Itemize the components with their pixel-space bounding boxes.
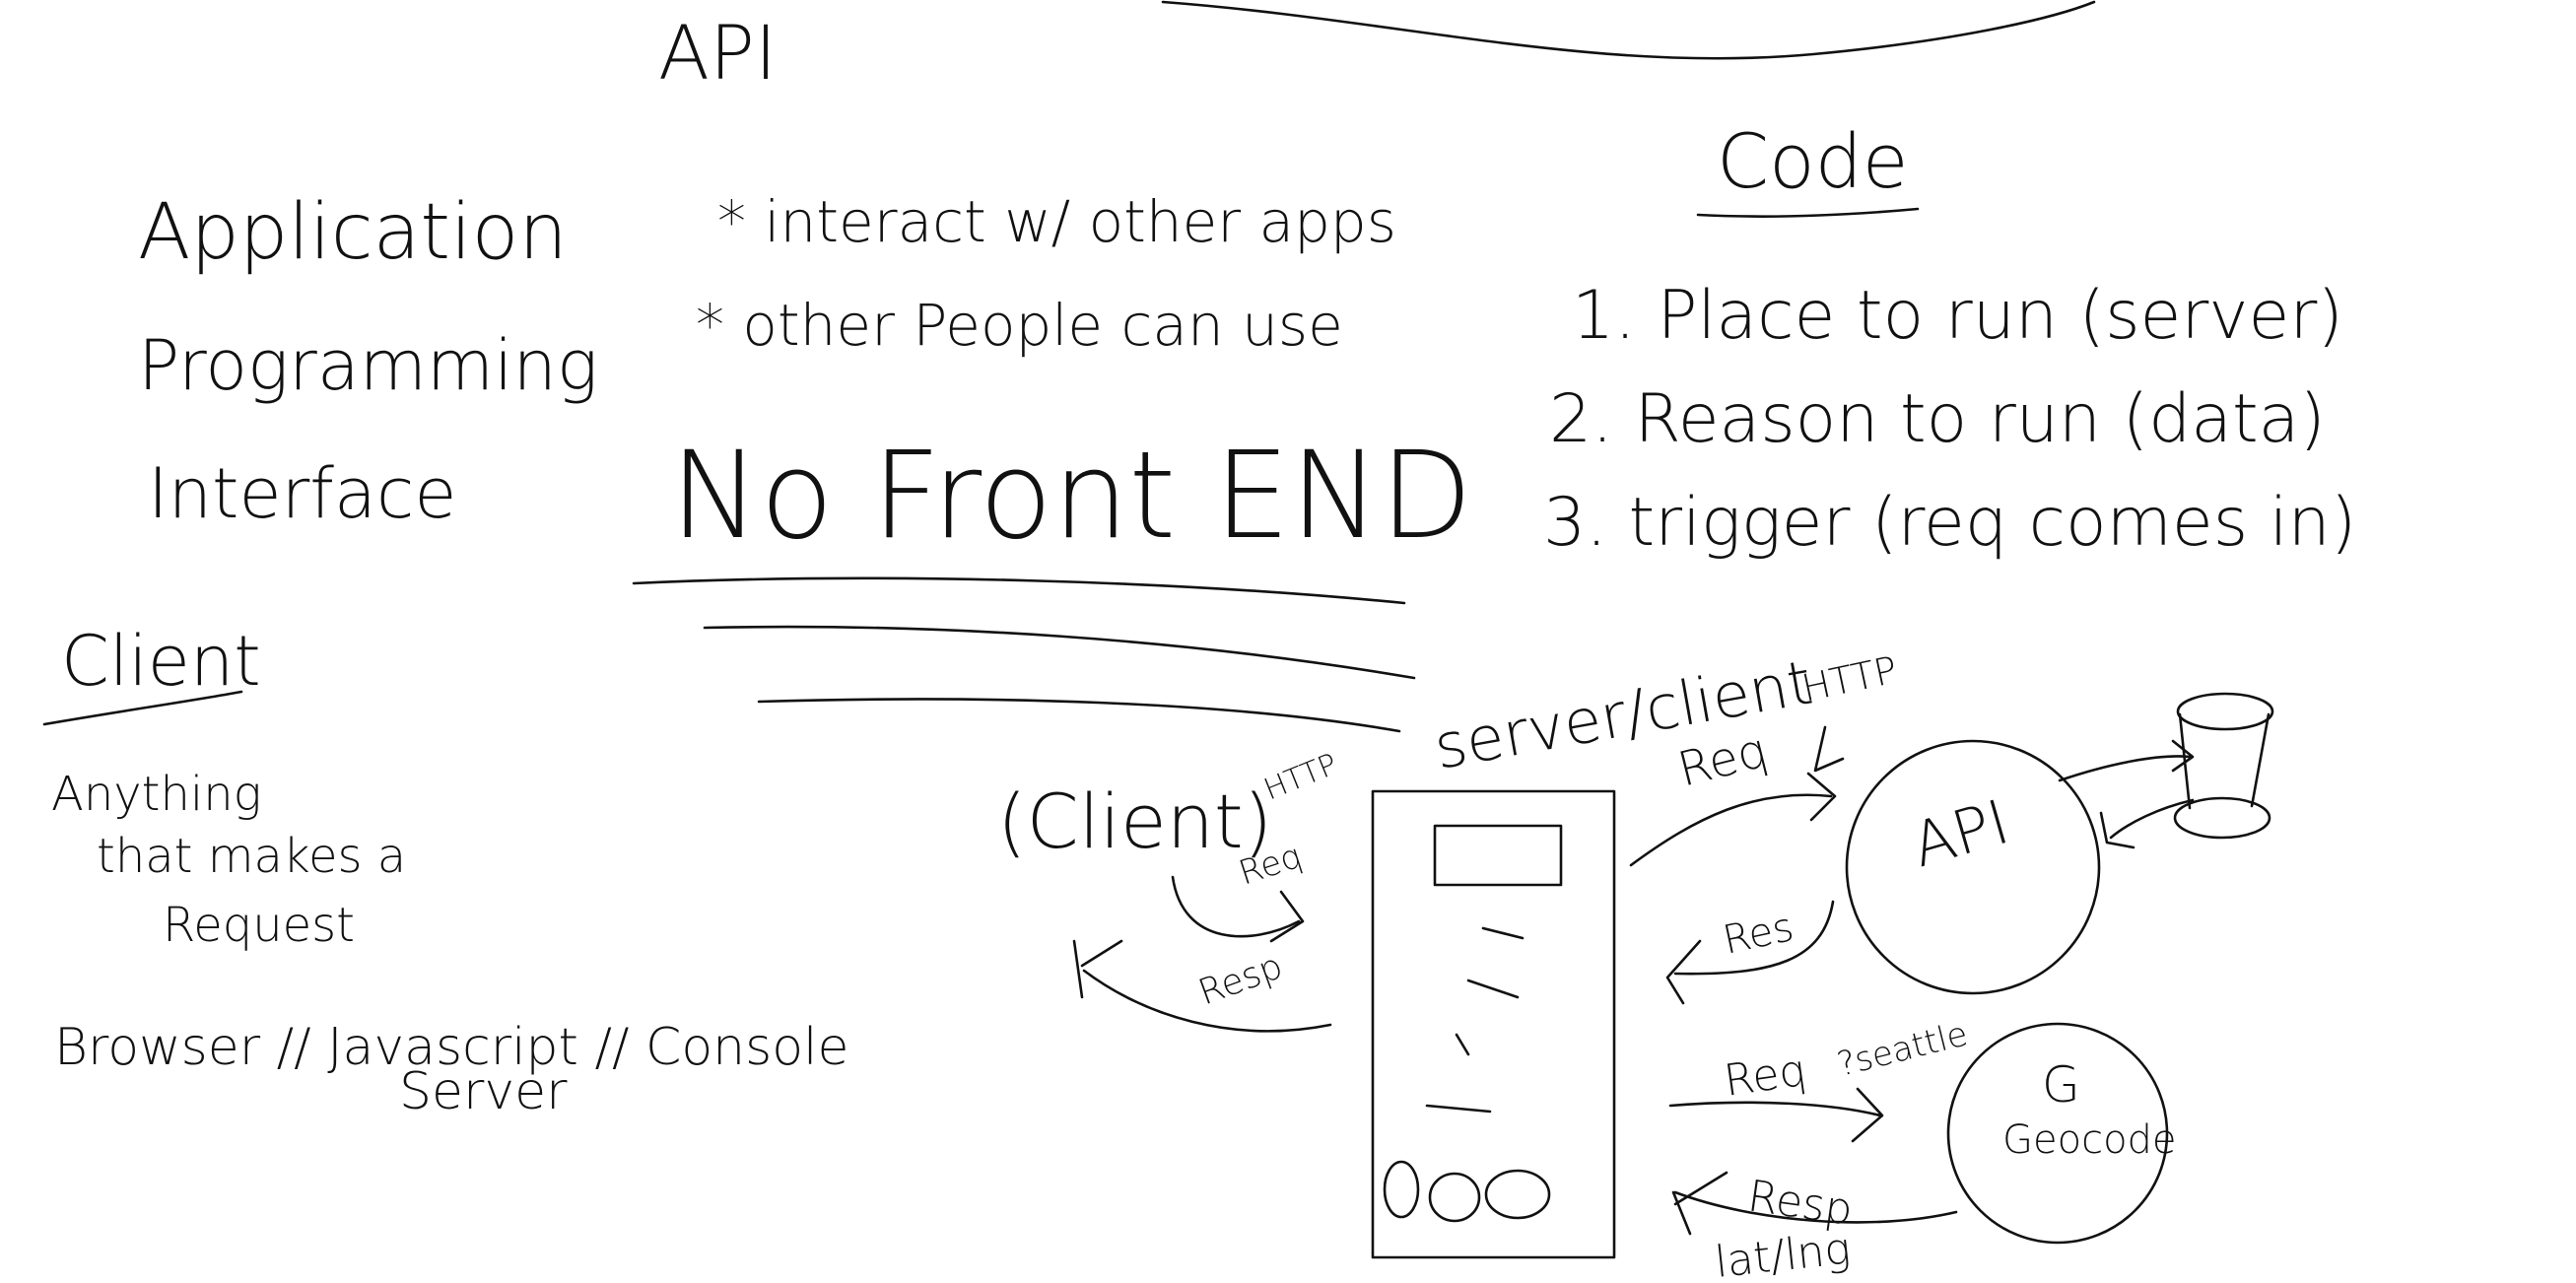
acronym-programming: Programming	[138, 325, 598, 406]
api-to-db-arrow	[2058, 739, 2195, 782]
database-icon	[2173, 692, 2274, 840]
geocode-query-label: ?seattle	[1834, 1014, 1972, 1084]
geocode-circle-label: Geocode	[2002, 1117, 2177, 1163]
api-http-label: HTTP	[1798, 648, 1901, 710]
client-definition-line3: Request	[163, 898, 355, 953]
server-slot-3	[1455, 1033, 1470, 1056]
api-res-label: Res	[1720, 905, 1797, 964]
server-slot-2	[1466, 979, 1520, 999]
code-item-1: 1. Place to run (server)	[1572, 277, 2343, 355]
server-device	[1371, 789, 1616, 1259]
underline-3	[757, 698, 1401, 733]
bullet-other-people: * other People can use	[696, 292, 1343, 359]
code-item-2: 2. Reason to run (data)	[1549, 380, 2326, 458]
whiteboard: API Application Programming Interface * …	[42, 0, 2356, 1283]
db-to-api-arrow	[2099, 798, 2195, 849]
bullet-interact: * interact w/ other apps	[717, 188, 1396, 255]
geocode-g-label: G	[2042, 1056, 2080, 1114]
no-front-end-label: No Front END	[670, 426, 1472, 566]
api-circle-label: API	[1904, 785, 2016, 881]
underline-1	[632, 576, 1406, 605]
server-screen	[1433, 824, 1563, 887]
client-definition-line1: Anything	[51, 767, 261, 822]
code-item-3: 3. trigger (req comes in)	[1543, 484, 2356, 562]
top-curve	[1161, 0, 2096, 60]
geocode-req-label: Req	[1721, 1046, 1809, 1107]
server-button-1	[1383, 1160, 1420, 1219]
client-heading: Client	[61, 621, 261, 702]
api-http-pointer	[1813, 725, 1845, 773]
diagram-client-label: (Client)	[997, 777, 1272, 865]
client-resp-label: Resp	[1193, 946, 1288, 1013]
code-heading: Code	[1717, 117, 1909, 205]
server-slot-4	[1425, 1104, 1492, 1114]
client-examples-line2: Server	[399, 1062, 568, 1121]
latlng-label: lat/lng	[1713, 1224, 1853, 1283]
code-heading-underline	[1696, 207, 1920, 218]
acronym-application: Application	[138, 188, 568, 277]
client-req-arrow	[1171, 875, 1305, 943]
board-title: API	[658, 9, 777, 97]
server-button-2	[1428, 1172, 1481, 1223]
client-http-label: HTTP	[1259, 747, 1342, 807]
client-definition-line2: that makes a	[97, 829, 406, 884]
api-req-arrow	[1629, 772, 1837, 867]
server-button-3	[1484, 1169, 1551, 1220]
acronym-interface: Interface	[148, 453, 456, 534]
server-slot-1	[1481, 926, 1525, 940]
underline-2	[703, 625, 1416, 680]
